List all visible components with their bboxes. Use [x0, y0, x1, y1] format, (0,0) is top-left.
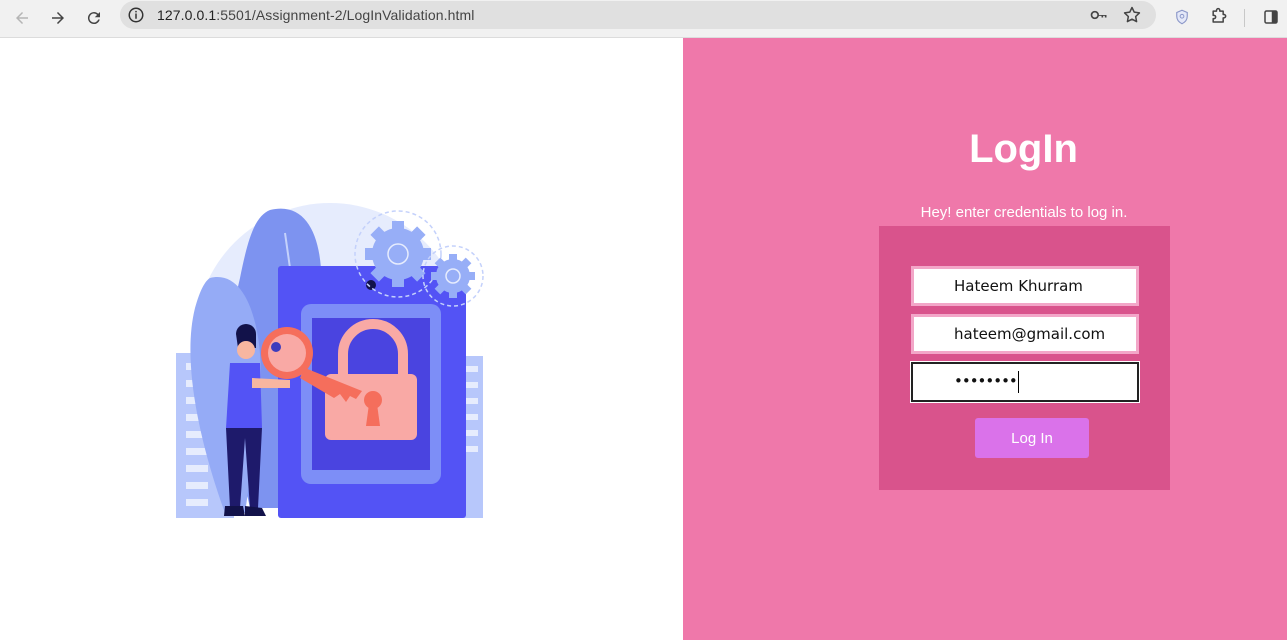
back-button[interactable]: [8, 4, 36, 32]
login-pane: LogIn Hey! enter credentials to log in. …: [683, 38, 1287, 640]
url-path: :5501/Assignment-2/LogInValidation.html: [216, 7, 475, 23]
side-panel-button[interactable]: [1258, 4, 1284, 30]
key-icon: [1090, 10, 1107, 20]
password-value: ••••••••: [954, 372, 1018, 390]
sidepanel-icon: [1264, 10, 1278, 24]
back-icon: [16, 12, 28, 24]
forward-button[interactable]: [44, 4, 72, 32]
email-field[interactable]: hateem@gmail.com: [911, 314, 1139, 354]
email-value: hateem@gmail.com: [954, 325, 1106, 343]
site-info-button[interactable]: [124, 3, 148, 27]
reload-icon: [87, 12, 100, 25]
star-icon: [1123, 6, 1141, 23]
name-value: Hateem Khurram: [954, 277, 1083, 295]
security-lock-illustration: [176, 203, 484, 518]
browser-toolbar: 127.0.0.1:5501/Assignment-2/LogInValidat…: [0, 0, 1287, 38]
password-key-button[interactable]: [1088, 4, 1110, 26]
login-button[interactable]: Log In: [975, 418, 1089, 458]
login-form: Hateem Khurram hateem@gmail.com ••••••••…: [879, 226, 1170, 490]
login-subtitle: Hey! enter credentials to log in.: [920, 204, 1128, 221]
illustration-pane: [0, 38, 683, 640]
extensions-button[interactable]: [1206, 4, 1232, 30]
password-field[interactable]: ••••••••: [910, 361, 1140, 403]
page-title: LogIn: [969, 127, 1078, 171]
bookmark-button[interactable]: [1121, 4, 1143, 26]
reload-button[interactable]: [80, 4, 108, 32]
name-field[interactable]: Hateem Khurram: [911, 266, 1139, 306]
shield-extension-button[interactable]: [1169, 4, 1195, 30]
toolbar-divider: [1244, 9, 1245, 27]
shield-extension-icon: [1176, 9, 1188, 25]
forward-icon: [52, 12, 64, 24]
address-bar[interactable]: 127.0.0.1:5501/Assignment-2/LogInValidat…: [120, 1, 1156, 29]
url-text: 127.0.0.1:5501/Assignment-2/LogInValidat…: [157, 7, 474, 23]
puzzle-icon: [1212, 7, 1227, 23]
site-info-icon: [128, 7, 144, 23]
text-caret: [1017, 370, 1019, 393]
url-host: 127.0.0.1: [157, 7, 217, 23]
